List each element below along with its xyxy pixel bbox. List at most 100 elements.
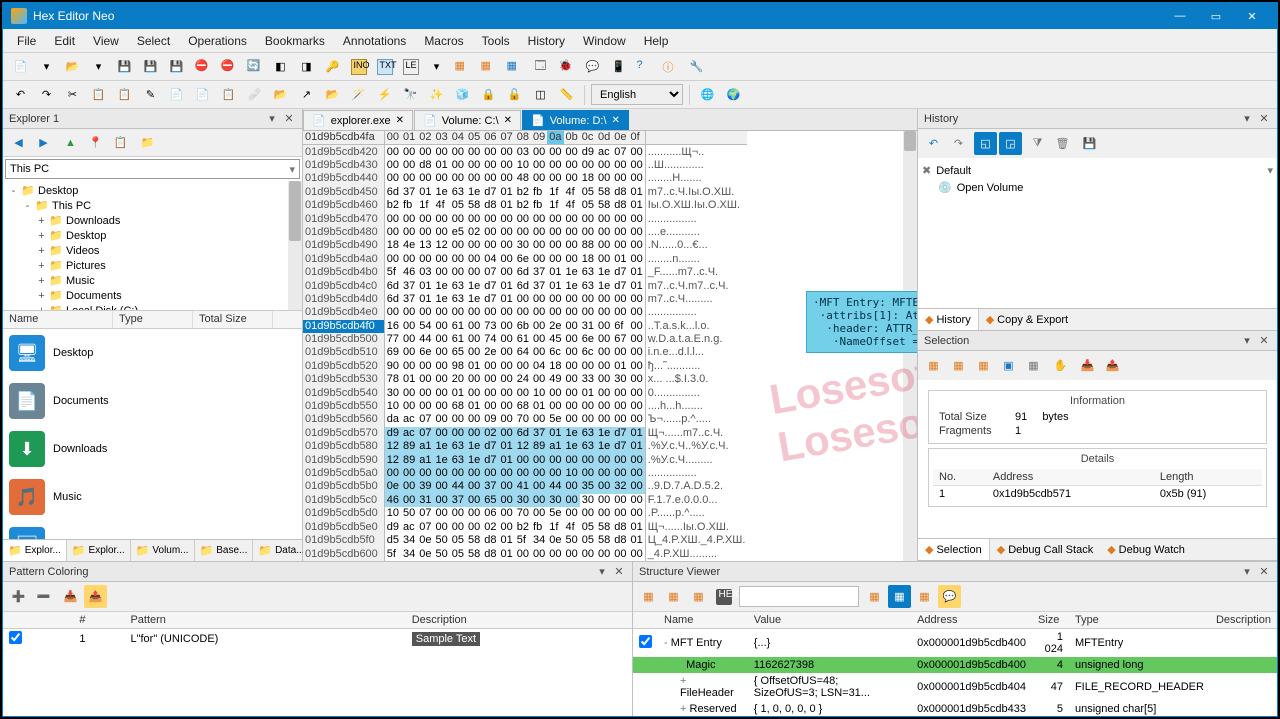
nav-back-icon[interactable]: ◀: [7, 131, 30, 154]
struct-search-input[interactable]: [739, 586, 859, 607]
sel-save-icon[interactable]: 📤: [1101, 354, 1124, 377]
hist-save-icon[interactable]: 💾: [1078, 132, 1101, 155]
panel-close-icon[interactable]: ✕: [1257, 112, 1271, 126]
help-icon[interactable]: ?: [633, 55, 656, 78]
pat-remove-icon[interactable]: ➖: [32, 585, 55, 608]
panel-close-icon[interactable]: ✕: [1257, 334, 1271, 348]
tree-item[interactable]: +📁Music: [7, 273, 298, 288]
pin-icon[interactable]: 📍: [84, 131, 107, 154]
tree-item[interactable]: -📁This PC: [7, 198, 298, 213]
tree-item[interactable]: +📁Pictures: [7, 258, 298, 273]
file-list-item[interactable]: 🖥Desktop: [3, 329, 302, 377]
box-ino-icon[interactable]: INO: [347, 55, 370, 78]
box-txt-icon[interactable]: TXT: [373, 55, 396, 78]
clipboard-icon[interactable]: 📋: [217, 83, 240, 106]
panel-menu-icon[interactable]: ▾: [1240, 334, 1254, 348]
panel-menu-icon[interactable]: ▾: [1240, 565, 1254, 579]
sel-hand-icon[interactable]: ✋: [1049, 354, 1072, 377]
pat-load-icon[interactable]: 📥: [59, 585, 82, 608]
tab-close-icon[interactable]: ✕: [396, 115, 404, 126]
document-tabs[interactable]: 📄explorer.exe✕📄Volume: C:\✕📄Volume: D:\✕: [303, 109, 917, 131]
hist-filter-icon[interactable]: ⧩: [1026, 132, 1049, 155]
wand-icon[interactable]: 🪄: [347, 83, 370, 106]
struct-table[interactable]: NameValueAddressSizeTypeDescription- MFT…: [633, 612, 1277, 716]
explorer-tab[interactable]: 📁Explor...: [67, 540, 131, 561]
tab-close-icon[interactable]: ✕: [612, 115, 620, 126]
save-all-icon[interactable]: 💾: [139, 55, 162, 78]
globe-a-icon[interactable]: 🌐: [696, 83, 719, 106]
scissors-icon[interactable]: ✂: [61, 83, 84, 106]
tree-item[interactable]: +📁Local Disk (C:): [7, 303, 298, 311]
file-list-item[interactable]: 🎵Music: [3, 473, 302, 521]
menu-view[interactable]: View: [85, 31, 127, 51]
document-tab[interactable]: 📄explorer.exe✕: [303, 110, 413, 130]
folder-out-icon[interactable]: 📂: [321, 83, 344, 106]
save-icon[interactable]: 💾: [113, 55, 136, 78]
folder-open-icon[interactable]: 📁: [136, 131, 159, 154]
language-select[interactable]: English: [591, 84, 683, 105]
box-le-icon[interactable]: LE: [399, 55, 422, 78]
info-icon[interactable]: ⓘ: [659, 55, 682, 78]
page-redo-icon[interactable]: 📄: [191, 83, 214, 106]
circle-x-orange-icon[interactable]: ⛔: [217, 55, 240, 78]
panel-tab[interactable]: ◆Debug Call Stack: [990, 539, 1100, 560]
toggle-b-icon[interactable]: ◨: [295, 55, 318, 78]
pat-highlight-icon[interactable]: 📤: [84, 585, 107, 608]
sv-export-icon[interactable]: ▦: [913, 585, 936, 608]
sv-collapse-icon[interactable]: ▦: [888, 585, 911, 608]
list-col-header[interactable]: Name: [3, 311, 113, 328]
grid-9a-icon[interactable]: ▦: [477, 55, 500, 78]
menu-operations[interactable]: Operations: [180, 31, 255, 51]
sel-grid3-icon[interactable]: ▦: [972, 354, 995, 377]
pattern-table[interactable]: #PatternDescription1L"for" (UNICODE)Samp…: [3, 612, 632, 649]
history-item[interactable]: 💿Open Volume: [922, 179, 1273, 196]
explorer-tab[interactable]: 📁Base...: [195, 540, 254, 561]
menu-history[interactable]: History: [520, 31, 573, 51]
hist-redo-icon[interactable]: ↷: [947, 132, 970, 155]
panel-tab[interactable]: ◆Copy & Export: [979, 309, 1075, 330]
history-default-item[interactable]: ✖Default ▾: [922, 162, 1273, 179]
new-file-icon[interactable]: 📄: [9, 55, 32, 78]
paste-icon[interactable]: 📋: [113, 83, 136, 106]
phone-icon[interactable]: 📱: [607, 55, 630, 78]
tree-item[interactable]: +📁Documents: [7, 288, 298, 303]
sel-grid2-icon[interactable]: ▦: [947, 354, 970, 377]
explorer-file-list[interactable]: 🖥Desktop📄Documents⬇Downloads🎵Music🖼Pictu…: [3, 329, 302, 539]
window-stack-icon[interactable]: 🗔: [529, 55, 552, 78]
struct-checkbox[interactable]: [639, 635, 652, 648]
panel-tab[interactable]: ◆Debug Watch: [1100, 539, 1192, 560]
pencil-icon[interactable]: ✎: [139, 83, 162, 106]
hist-button-a-icon[interactable]: ◱: [974, 132, 997, 155]
arrow-down-icon[interactable]: ▾: [425, 55, 448, 78]
pat-add-icon[interactable]: ➕: [7, 585, 30, 608]
sv-hex-icon[interactable]: HEX: [712, 585, 735, 608]
arrow-down-icon[interactable]: ▾: [87, 55, 110, 78]
tree-item[interactable]: -📁Desktop: [7, 183, 298, 198]
page-undo-icon[interactable]: 📄: [165, 83, 188, 106]
sv-btn3-icon[interactable]: ▦: [687, 585, 710, 608]
tree-item[interactable]: +📁Desktop: [7, 228, 298, 243]
menu-window[interactable]: Window: [575, 31, 634, 51]
history-list[interactable]: ✖Default ▾ 💿Open Volume: [918, 158, 1277, 308]
menu-edit[interactable]: Edit: [46, 31, 83, 51]
open-folder-icon[interactable]: 📂: [61, 55, 84, 78]
panel-close-icon[interactable]: ✕: [1257, 565, 1271, 579]
lock-icon[interactable]: 🔒: [477, 83, 500, 106]
circle-x-red-icon[interactable]: ⛔: [191, 55, 214, 78]
list-col-header[interactable]: Type: [113, 311, 193, 328]
sparkle-icon[interactable]: ✨: [425, 83, 448, 106]
sv-btn2-icon[interactable]: ▦: [662, 585, 685, 608]
file-list-item[interactable]: ⬇Downloads: [3, 425, 302, 473]
panel-menu-icon[interactable]: ▾: [1240, 112, 1254, 126]
save-as-icon[interactable]: 💾: [165, 55, 188, 78]
sel-grid1-icon[interactable]: ▦: [922, 354, 945, 377]
bug-green-icon[interactable]: 🐞: [555, 55, 578, 78]
lock-open-icon[interactable]: 🔓: [503, 83, 526, 106]
tree-item[interactable]: +📁Videos: [7, 243, 298, 258]
document-tab[interactable]: 📄Volume: C:\✕: [414, 110, 521, 130]
nav-up-icon[interactable]: ▲: [59, 131, 82, 154]
arrow-up-right-icon[interactable]: ↗: [295, 83, 318, 106]
list-col-header[interactable]: Total Size: [193, 311, 273, 328]
sel-tool-icon[interactable]: ▣: [997, 354, 1020, 377]
close-button[interactable]: ✕: [1235, 5, 1269, 27]
